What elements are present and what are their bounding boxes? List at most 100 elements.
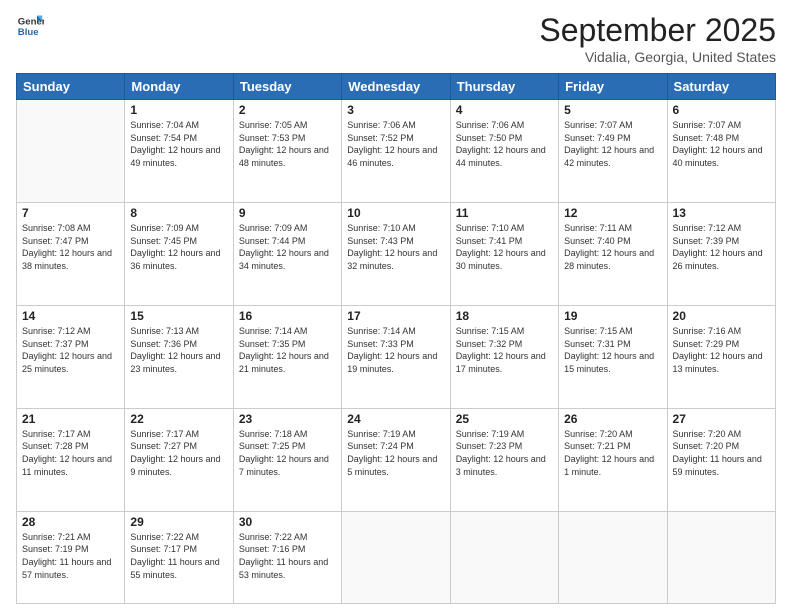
sunrise-label: Sunrise: 7:22 AM — [239, 532, 308, 542]
table-row: 20 Sunrise: 7:16 AM Sunset: 7:29 PM Dayl… — [667, 305, 775, 408]
day-info: Sunrise: 7:10 AM Sunset: 7:43 PM Dayligh… — [347, 222, 444, 272]
daylight-label: Daylight: 12 hours and 38 minutes. — [22, 248, 112, 271]
daylight-label: Daylight: 12 hours and 44 minutes. — [456, 145, 546, 168]
month-title: September 2025 — [539, 12, 776, 49]
day-number: 1 — [130, 103, 227, 117]
day-info: Sunrise: 7:12 AM Sunset: 7:39 PM Dayligh… — [673, 222, 770, 272]
day-number: 12 — [564, 206, 661, 220]
table-row — [667, 511, 775, 603]
sunrise-label: Sunrise: 7:15 AM — [456, 326, 525, 336]
day-info: Sunrise: 7:09 AM Sunset: 7:45 PM Dayligh… — [130, 222, 227, 272]
table-row: 9 Sunrise: 7:09 AM Sunset: 7:44 PM Dayli… — [233, 202, 341, 305]
day-info: Sunrise: 7:18 AM Sunset: 7:25 PM Dayligh… — [239, 428, 336, 478]
table-row: 26 Sunrise: 7:20 AM Sunset: 7:21 PM Dayl… — [559, 408, 667, 511]
daylight-label: Daylight: 12 hours and 9 minutes. — [130, 454, 220, 477]
day-number: 6 — [673, 103, 770, 117]
daylight-label: Daylight: 11 hours and 55 minutes. — [130, 557, 219, 580]
sunrise-label: Sunrise: 7:12 AM — [673, 223, 742, 233]
daylight-label: Daylight: 11 hours and 53 minutes. — [239, 557, 328, 580]
sunset-label: Sunset: 7:21 PM — [564, 441, 631, 451]
sunrise-label: Sunrise: 7:07 AM — [673, 120, 742, 130]
daylight-label: Daylight: 12 hours and 48 minutes. — [239, 145, 329, 168]
day-number: 22 — [130, 412, 227, 426]
daylight-label: Daylight: 12 hours and 3 minutes. — [456, 454, 546, 477]
sunrise-label: Sunrise: 7:15 AM — [564, 326, 633, 336]
day-info: Sunrise: 7:13 AM Sunset: 7:36 PM Dayligh… — [130, 325, 227, 375]
day-info: Sunrise: 7:05 AM Sunset: 7:53 PM Dayligh… — [239, 119, 336, 169]
table-row: 12 Sunrise: 7:11 AM Sunset: 7:40 PM Dayl… — [559, 202, 667, 305]
sunset-label: Sunset: 7:52 PM — [347, 133, 414, 143]
table-row: 13 Sunrise: 7:12 AM Sunset: 7:39 PM Dayl… — [667, 202, 775, 305]
day-number: 25 — [456, 412, 553, 426]
table-row: 15 Sunrise: 7:13 AM Sunset: 7:36 PM Dayl… — [125, 305, 233, 408]
title-block: September 2025 Vidalia, Georgia, United … — [539, 12, 776, 65]
sunrise-label: Sunrise: 7:21 AM — [22, 532, 91, 542]
daylight-label: Daylight: 12 hours and 15 minutes. — [564, 351, 654, 374]
sunrise-label: Sunrise: 7:20 AM — [673, 429, 742, 439]
page: General Blue September 2025 Vidalia, Geo… — [0, 0, 792, 612]
daylight-label: Daylight: 12 hours and 42 minutes. — [564, 145, 654, 168]
day-number: 9 — [239, 206, 336, 220]
table-row: 1 Sunrise: 7:04 AM Sunset: 7:54 PM Dayli… — [125, 100, 233, 203]
daylight-label: Daylight: 12 hours and 21 minutes. — [239, 351, 329, 374]
table-row: 14 Sunrise: 7:12 AM Sunset: 7:37 PM Dayl… — [17, 305, 125, 408]
sunrise-label: Sunrise: 7:07 AM — [564, 120, 633, 130]
sunrise-label: Sunrise: 7:05 AM — [239, 120, 308, 130]
daylight-label: Daylight: 12 hours and 30 minutes. — [456, 248, 546, 271]
day-info: Sunrise: 7:20 AM Sunset: 7:20 PM Dayligh… — [673, 428, 770, 478]
daylight-label: Daylight: 12 hours and 19 minutes. — [347, 351, 437, 374]
day-info: Sunrise: 7:08 AM Sunset: 7:47 PM Dayligh… — [22, 222, 119, 272]
col-wednesday: Wednesday — [342, 74, 450, 100]
sunrise-label: Sunrise: 7:22 AM — [130, 532, 199, 542]
sunset-label: Sunset: 7:37 PM — [22, 339, 89, 349]
day-info: Sunrise: 7:14 AM Sunset: 7:35 PM Dayligh… — [239, 325, 336, 375]
day-number: 10 — [347, 206, 444, 220]
daylight-label: Daylight: 12 hours and 34 minutes. — [239, 248, 329, 271]
day-info: Sunrise: 7:17 AM Sunset: 7:28 PM Dayligh… — [22, 428, 119, 478]
day-number: 24 — [347, 412, 444, 426]
sunset-label: Sunset: 7:27 PM — [130, 441, 197, 451]
daylight-label: Daylight: 11 hours and 57 minutes. — [22, 557, 111, 580]
header: General Blue September 2025 Vidalia, Geo… — [16, 12, 776, 65]
day-info: Sunrise: 7:07 AM Sunset: 7:48 PM Dayligh… — [673, 119, 770, 169]
daylight-label: Daylight: 12 hours and 36 minutes. — [130, 248, 220, 271]
calendar-table: Sunday Monday Tuesday Wednesday Thursday… — [16, 73, 776, 604]
day-info: Sunrise: 7:16 AM Sunset: 7:29 PM Dayligh… — [673, 325, 770, 375]
svg-text:Blue: Blue — [18, 27, 39, 38]
day-number: 13 — [673, 206, 770, 220]
sunrise-label: Sunrise: 7:06 AM — [456, 120, 525, 130]
day-info: Sunrise: 7:07 AM Sunset: 7:49 PM Dayligh… — [564, 119, 661, 169]
day-info: Sunrise: 7:04 AM Sunset: 7:54 PM Dayligh… — [130, 119, 227, 169]
daylight-label: Daylight: 12 hours and 25 minutes. — [22, 351, 112, 374]
col-saturday: Saturday — [667, 74, 775, 100]
day-info: Sunrise: 7:22 AM Sunset: 7:17 PM Dayligh… — [130, 531, 227, 581]
sunrise-label: Sunrise: 7:09 AM — [239, 223, 308, 233]
table-row: 11 Sunrise: 7:10 AM Sunset: 7:41 PM Dayl… — [450, 202, 558, 305]
daylight-label: Daylight: 12 hours and 26 minutes. — [673, 248, 763, 271]
table-row: 4 Sunrise: 7:06 AM Sunset: 7:50 PM Dayli… — [450, 100, 558, 203]
sunrise-label: Sunrise: 7:10 AM — [347, 223, 416, 233]
table-row: 21 Sunrise: 7:17 AM Sunset: 7:28 PM Dayl… — [17, 408, 125, 511]
table-row: 29 Sunrise: 7:22 AM Sunset: 7:17 PM Dayl… — [125, 511, 233, 603]
sunrise-label: Sunrise: 7:17 AM — [22, 429, 91, 439]
table-row: 10 Sunrise: 7:10 AM Sunset: 7:43 PM Dayl… — [342, 202, 450, 305]
table-row — [559, 511, 667, 603]
day-info: Sunrise: 7:19 AM Sunset: 7:23 PM Dayligh… — [456, 428, 553, 478]
sunrise-label: Sunrise: 7:08 AM — [22, 223, 91, 233]
day-number: 5 — [564, 103, 661, 117]
table-row: 27 Sunrise: 7:20 AM Sunset: 7:20 PM Dayl… — [667, 408, 775, 511]
table-row — [450, 511, 558, 603]
sunset-label: Sunset: 7:48 PM — [673, 133, 740, 143]
sunrise-label: Sunrise: 7:04 AM — [130, 120, 199, 130]
day-number: 3 — [347, 103, 444, 117]
sunset-label: Sunset: 7:19 PM — [22, 544, 89, 554]
sunset-label: Sunset: 7:54 PM — [130, 133, 197, 143]
day-info: Sunrise: 7:11 AM Sunset: 7:40 PM Dayligh… — [564, 222, 661, 272]
sunset-label: Sunset: 7:33 PM — [347, 339, 414, 349]
sunset-label: Sunset: 7:41 PM — [456, 236, 523, 246]
sunset-label: Sunset: 7:43 PM — [347, 236, 414, 246]
sunrise-label: Sunrise: 7:13 AM — [130, 326, 199, 336]
sunset-label: Sunset: 7:39 PM — [673, 236, 740, 246]
sunset-label: Sunset: 7:20 PM — [673, 441, 740, 451]
daylight-label: Daylight: 11 hours and 59 minutes. — [673, 454, 762, 477]
